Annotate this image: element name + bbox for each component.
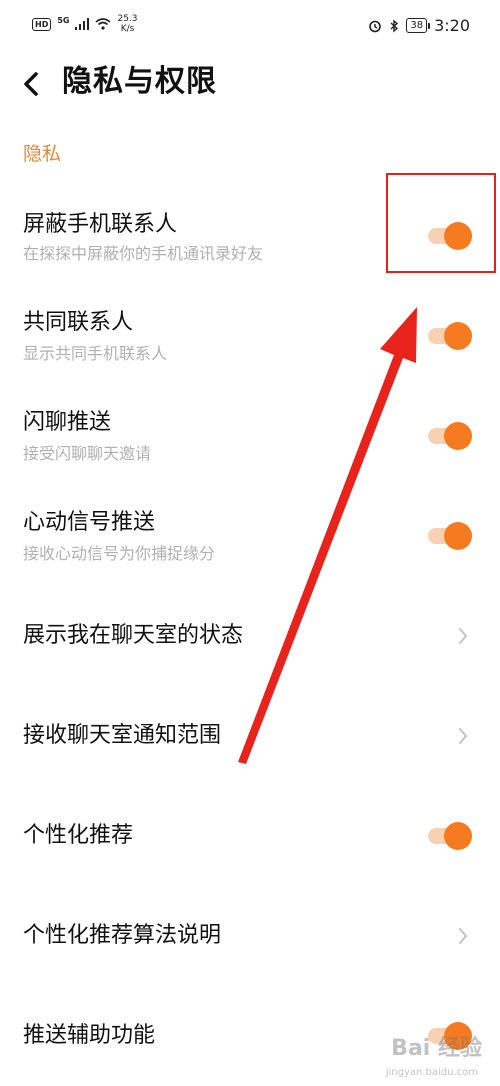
status-bar-right: 38 3:20 (368, 16, 470, 35)
setting-row-personalized-recommend[interactable]: 个性化推荐 (0, 786, 500, 886)
chevron-right-icon (459, 928, 468, 944)
clock: 3:20 (434, 16, 470, 35)
speed-unit: K/s (120, 24, 135, 34)
setting-title: 闪聊推送 (23, 410, 112, 435)
switch-thumb (444, 522, 472, 550)
watermark-url: jingyan.baidu.com (385, 1067, 478, 1078)
setting-title: 心动信号推送 (23, 510, 156, 535)
page-title: 隐私与权限 (62, 64, 217, 99)
setting-subtitle: 接受闪聊聊天邀请 (23, 444, 152, 463)
setting-row-chatroom-status[interactable]: 展示我在聊天室的状态 (0, 586, 500, 686)
alarm-icon (369, 20, 382, 32)
network-type: 5G (57, 15, 70, 25)
setting-row-chatroom-notify-scope[interactable]: 接收聊天室通知范围 (0, 686, 500, 786)
toggle-switch-heartbeat-push[interactable] (428, 522, 472, 550)
setting-subtitle: 在探探中屏蔽你的手机通讯录好友 (23, 244, 264, 263)
setting-subtitle: 接收心动信号为你捕捉缘分 (23, 544, 216, 563)
setting-title: 个性化推荐 (23, 823, 134, 848)
watermark-logo: Bai 经验 (391, 1036, 482, 1061)
setting-title: 个性化推荐算法说明 (23, 923, 222, 948)
switch-thumb (444, 422, 472, 450)
network-speed: 25.3 K/s (117, 14, 137, 34)
back-button[interactable] (14, 66, 50, 102)
signal-icon (75, 18, 90, 30)
annotation-highlight-box (386, 173, 496, 273)
chevron-right-icon (459, 628, 468, 644)
setting-title: 推送辅助功能 (23, 1023, 156, 1048)
toggle-switch-mutual-contacts[interactable] (428, 322, 472, 350)
setting-row-recommend-algorithm-info[interactable]: 个性化推荐算法说明 (0, 886, 500, 986)
setting-subtitle: 显示共同手机联系人 (23, 344, 168, 363)
chevron-left-icon (24, 72, 38, 96)
status-bar: HD 5G 25.3 K/s 38 3:20 (0, 0, 500, 56)
switch-thumb (444, 822, 472, 850)
bluetooth-icon (390, 19, 399, 32)
setting-row-mutual-contacts[interactable]: 共同联系人 显示共同手机联系人 (0, 296, 500, 396)
chevron-right-icon (459, 728, 468, 744)
setting-title: 屏蔽手机联系人 (23, 212, 178, 237)
wifi-icon (95, 18, 112, 30)
toggle-switch-flash-chat-push[interactable] (428, 422, 472, 450)
setting-row-flash-chat-push[interactable]: 闪聊推送 接受闪聊聊天邀请 (0, 396, 500, 496)
toggle-switch-personalized-recommend[interactable] (428, 822, 472, 850)
setting-title: 展示我在聊天室的状态 (23, 623, 244, 648)
setting-row-heartbeat-push[interactable]: 心动信号推送 接收心动信号为你捕捉缘分 (0, 496, 500, 596)
setting-title: 共同联系人 (23, 310, 134, 335)
status-bar-left: HD 5G 25.3 K/s (32, 14, 138, 34)
section-label-privacy: 隐私 (23, 143, 62, 165)
hd-badge: HD (32, 17, 52, 31)
speed-value: 25.3 (117, 14, 138, 24)
header: 隐私与权限 (0, 56, 500, 112)
battery-indicator: 38 (406, 18, 430, 33)
switch-thumb (444, 322, 472, 350)
setting-title: 接收聊天室通知范围 (23, 723, 222, 748)
